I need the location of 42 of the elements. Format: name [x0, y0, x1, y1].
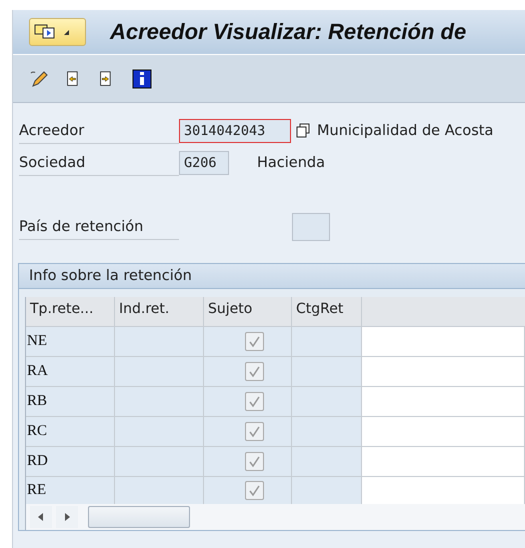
table-cell: RD: [26, 446, 115, 476]
table-cell: RA: [26, 356, 115, 386]
scrollbar[interactable]: [26, 504, 525, 530]
column-header[interactable]: Sujeto: [204, 297, 292, 326]
table-cell: RC: [26, 416, 115, 446]
check-icon: [248, 484, 261, 497]
input-field[interactable]: [292, 213, 330, 241]
scroll-right-button[interactable]: [56, 506, 78, 528]
copy-icon[interactable]: [294, 122, 312, 140]
checkbox[interactable]: [245, 362, 264, 381]
caret-icon: [62, 28, 70, 36]
field-label: País de retención: [19, 214, 179, 240]
check-icon: [248, 455, 261, 468]
table-cell: NE: [26, 326, 115, 356]
pencil-icon[interactable]: [29, 68, 49, 88]
table-cell: RB: [26, 386, 115, 416]
checkbox[interactable]: [245, 392, 264, 411]
info-icon[interactable]: [132, 68, 152, 88]
left-arrow-icon: [37, 512, 45, 522]
checkbox[interactable]: [245, 481, 264, 500]
menu-icon: [34, 23, 56, 41]
field-description: Hacienda: [257, 155, 325, 171]
scroll-left-button[interactable]: [30, 506, 52, 528]
check-icon: [248, 365, 261, 378]
right-arrow-icon: [63, 512, 71, 522]
checkbox[interactable]: [245, 422, 264, 441]
input-field[interactable]: G206: [179, 151, 229, 175]
check-icon: [248, 395, 261, 408]
column-header[interactable]: CtgRet: [292, 297, 362, 326]
column-header[interactable]: Tp.rete...: [26, 297, 115, 326]
field-description: Municipalidad de Acosta: [317, 123, 494, 139]
column-header[interactable]: Ind.ret.: [115, 297, 204, 326]
group-title: Info sobre la retención: [19, 264, 525, 289]
menu-button[interactable]: [29, 18, 86, 46]
checkbox[interactable]: [245, 332, 264, 351]
window-title: Acreedor Visualizar: Retención de: [110, 19, 466, 45]
check-icon: [248, 335, 261, 348]
checkbox[interactable]: [245, 452, 264, 471]
scroll-thumb[interactable]: [88, 506, 190, 528]
table-cell: RE: [26, 476, 115, 504]
check-icon: [248, 425, 261, 438]
input-field[interactable]: 3014042043: [179, 119, 291, 143]
